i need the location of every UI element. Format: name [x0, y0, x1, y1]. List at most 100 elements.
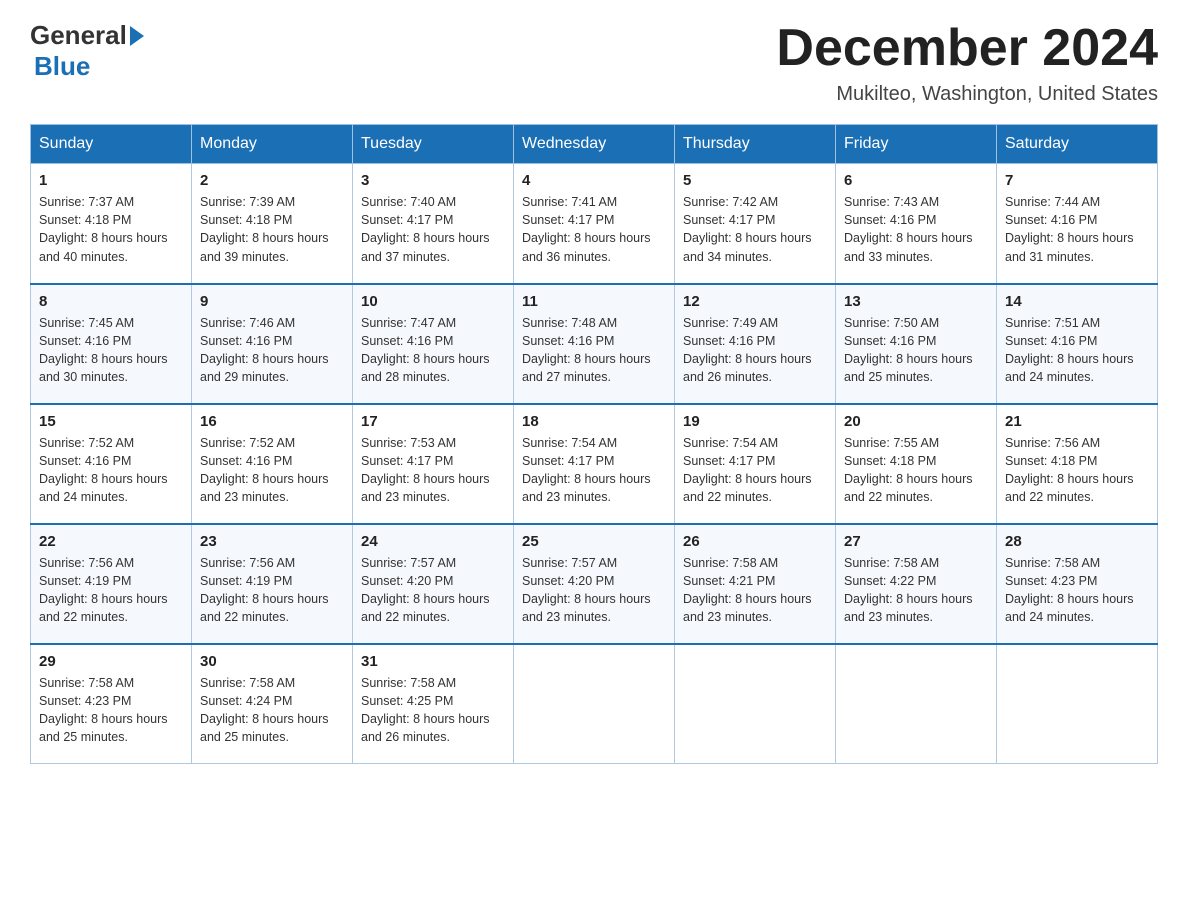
- table-row: 30 Sunrise: 7:58 AMSunset: 4:24 PMDaylig…: [192, 644, 353, 764]
- col-header-wednesday: Wednesday: [514, 125, 675, 164]
- day-info: Sunrise: 7:58 AMSunset: 4:25 PMDaylight:…: [361, 674, 505, 747]
- table-row: 22 Sunrise: 7:56 AMSunset: 4:19 PMDaylig…: [31, 524, 192, 644]
- table-row: 7 Sunrise: 7:44 AMSunset: 4:16 PMDayligh…: [997, 164, 1158, 284]
- table-row: 16 Sunrise: 7:52 AMSunset: 4:16 PMDaylig…: [192, 404, 353, 524]
- col-header-monday: Monday: [192, 125, 353, 164]
- col-header-sunday: Sunday: [31, 125, 192, 164]
- day-number: 25: [522, 533, 666, 550]
- page-header: General Blue December 2024 Mukilteo, Was…: [30, 20, 1158, 106]
- table-row: 1 Sunrise: 7:37 AMSunset: 4:18 PMDayligh…: [31, 164, 192, 284]
- day-info: Sunrise: 7:37 AMSunset: 4:18 PMDaylight:…: [39, 193, 183, 266]
- table-row: 13 Sunrise: 7:50 AMSunset: 4:16 PMDaylig…: [836, 284, 997, 404]
- table-row: 18 Sunrise: 7:54 AMSunset: 4:17 PMDaylig…: [514, 404, 675, 524]
- table-row: 29 Sunrise: 7:58 AMSunset: 4:23 PMDaylig…: [31, 644, 192, 764]
- day-number: 5: [683, 172, 827, 189]
- table-row: 28 Sunrise: 7:58 AMSunset: 4:23 PMDaylig…: [997, 524, 1158, 644]
- day-number: 28: [1005, 533, 1149, 550]
- table-row: 6 Sunrise: 7:43 AMSunset: 4:16 PMDayligh…: [836, 164, 997, 284]
- day-info: Sunrise: 7:49 AMSunset: 4:16 PMDaylight:…: [683, 314, 827, 387]
- title-section: December 2024 Mukilteo, Washington, Unit…: [776, 20, 1158, 106]
- logo-arrow-icon: [130, 26, 144, 46]
- table-row: 31 Sunrise: 7:58 AMSunset: 4:25 PMDaylig…: [353, 644, 514, 764]
- day-number: 23: [200, 533, 344, 550]
- table-row: 23 Sunrise: 7:56 AMSunset: 4:19 PMDaylig…: [192, 524, 353, 644]
- day-info: Sunrise: 7:58 AMSunset: 4:24 PMDaylight:…: [200, 674, 344, 747]
- day-number: 13: [844, 293, 988, 310]
- day-number: 26: [683, 533, 827, 550]
- col-header-tuesday: Tuesday: [353, 125, 514, 164]
- day-number: 30: [200, 653, 344, 670]
- logo: General Blue: [30, 20, 147, 82]
- day-number: 20: [844, 413, 988, 430]
- day-info: Sunrise: 7:40 AMSunset: 4:17 PMDaylight:…: [361, 193, 505, 266]
- day-info: Sunrise: 7:56 AMSunset: 4:19 PMDaylight:…: [39, 554, 183, 627]
- table-row: [514, 644, 675, 764]
- col-header-friday: Friday: [836, 125, 997, 164]
- table-row: 14 Sunrise: 7:51 AMSunset: 4:16 PMDaylig…: [997, 284, 1158, 404]
- table-row: 26 Sunrise: 7:58 AMSunset: 4:21 PMDaylig…: [675, 524, 836, 644]
- calendar-week-row: 1 Sunrise: 7:37 AMSunset: 4:18 PMDayligh…: [31, 164, 1158, 284]
- day-info: Sunrise: 7:56 AMSunset: 4:19 PMDaylight:…: [200, 554, 344, 627]
- calendar-header-row: Sunday Monday Tuesday Wednesday Thursday…: [31, 125, 1158, 164]
- day-number: 14: [1005, 293, 1149, 310]
- day-info: Sunrise: 7:58 AMSunset: 4:22 PMDaylight:…: [844, 554, 988, 627]
- day-info: Sunrise: 7:55 AMSunset: 4:18 PMDaylight:…: [844, 434, 988, 507]
- day-info: Sunrise: 7:39 AMSunset: 4:18 PMDaylight:…: [200, 193, 344, 266]
- calendar-week-row: 8 Sunrise: 7:45 AMSunset: 4:16 PMDayligh…: [31, 284, 1158, 404]
- table-row: [997, 644, 1158, 764]
- table-row: 12 Sunrise: 7:49 AMSunset: 4:16 PMDaylig…: [675, 284, 836, 404]
- table-row: [675, 644, 836, 764]
- calendar-week-row: 29 Sunrise: 7:58 AMSunset: 4:23 PMDaylig…: [31, 644, 1158, 764]
- day-info: Sunrise: 7:58 AMSunset: 4:23 PMDaylight:…: [1005, 554, 1149, 627]
- day-number: 4: [522, 172, 666, 189]
- table-row: 10 Sunrise: 7:47 AMSunset: 4:16 PMDaylig…: [353, 284, 514, 404]
- day-number: 8: [39, 293, 183, 310]
- table-row: 17 Sunrise: 7:53 AMSunset: 4:17 PMDaylig…: [353, 404, 514, 524]
- day-info: Sunrise: 7:51 AMSunset: 4:16 PMDaylight:…: [1005, 314, 1149, 387]
- day-number: 15: [39, 413, 183, 430]
- day-number: 11: [522, 293, 666, 310]
- day-info: Sunrise: 7:50 AMSunset: 4:16 PMDaylight:…: [844, 314, 988, 387]
- day-info: Sunrise: 7:48 AMSunset: 4:16 PMDaylight:…: [522, 314, 666, 387]
- col-header-saturday: Saturday: [997, 125, 1158, 164]
- day-number: 29: [39, 653, 183, 670]
- day-number: 1: [39, 172, 183, 189]
- table-row: 11 Sunrise: 7:48 AMSunset: 4:16 PMDaylig…: [514, 284, 675, 404]
- day-info: Sunrise: 7:54 AMSunset: 4:17 PMDaylight:…: [683, 434, 827, 507]
- calendar-week-row: 22 Sunrise: 7:56 AMSunset: 4:19 PMDaylig…: [31, 524, 1158, 644]
- table-row: 21 Sunrise: 7:56 AMSunset: 4:18 PMDaylig…: [997, 404, 1158, 524]
- day-number: 12: [683, 293, 827, 310]
- day-info: Sunrise: 7:46 AMSunset: 4:16 PMDaylight:…: [200, 314, 344, 387]
- day-info: Sunrise: 7:52 AMSunset: 4:16 PMDaylight:…: [39, 434, 183, 507]
- day-info: Sunrise: 7:57 AMSunset: 4:20 PMDaylight:…: [361, 554, 505, 627]
- table-row: 15 Sunrise: 7:52 AMSunset: 4:16 PMDaylig…: [31, 404, 192, 524]
- location-title: Mukilteo, Washington, United States: [776, 83, 1158, 106]
- day-info: Sunrise: 7:57 AMSunset: 4:20 PMDaylight:…: [522, 554, 666, 627]
- day-info: Sunrise: 7:44 AMSunset: 4:16 PMDaylight:…: [1005, 193, 1149, 266]
- table-row: 4 Sunrise: 7:41 AMSunset: 4:17 PMDayligh…: [514, 164, 675, 284]
- day-info: Sunrise: 7:52 AMSunset: 4:16 PMDaylight:…: [200, 434, 344, 507]
- col-header-thursday: Thursday: [675, 125, 836, 164]
- day-info: Sunrise: 7:42 AMSunset: 4:17 PMDaylight:…: [683, 193, 827, 266]
- day-info: Sunrise: 7:53 AMSunset: 4:17 PMDaylight:…: [361, 434, 505, 507]
- day-number: 21: [1005, 413, 1149, 430]
- table-row: 24 Sunrise: 7:57 AMSunset: 4:20 PMDaylig…: [353, 524, 514, 644]
- day-number: 7: [1005, 172, 1149, 189]
- day-number: 24: [361, 533, 505, 550]
- day-number: 6: [844, 172, 988, 189]
- day-info: Sunrise: 7:54 AMSunset: 4:17 PMDaylight:…: [522, 434, 666, 507]
- logo-blue-text: Blue: [34, 51, 90, 81]
- day-number: 10: [361, 293, 505, 310]
- day-info: Sunrise: 7:43 AMSunset: 4:16 PMDaylight:…: [844, 193, 988, 266]
- day-info: Sunrise: 7:58 AMSunset: 4:21 PMDaylight:…: [683, 554, 827, 627]
- day-info: Sunrise: 7:47 AMSunset: 4:16 PMDaylight:…: [361, 314, 505, 387]
- table-row: 19 Sunrise: 7:54 AMSunset: 4:17 PMDaylig…: [675, 404, 836, 524]
- day-number: 31: [361, 653, 505, 670]
- month-title: December 2024: [776, 20, 1158, 77]
- day-number: 9: [200, 293, 344, 310]
- day-info: Sunrise: 7:58 AMSunset: 4:23 PMDaylight:…: [39, 674, 183, 747]
- table-row: 25 Sunrise: 7:57 AMSunset: 4:20 PMDaylig…: [514, 524, 675, 644]
- calendar-week-row: 15 Sunrise: 7:52 AMSunset: 4:16 PMDaylig…: [31, 404, 1158, 524]
- table-row: 9 Sunrise: 7:46 AMSunset: 4:16 PMDayligh…: [192, 284, 353, 404]
- calendar-table: Sunday Monday Tuesday Wednesday Thursday…: [30, 124, 1158, 764]
